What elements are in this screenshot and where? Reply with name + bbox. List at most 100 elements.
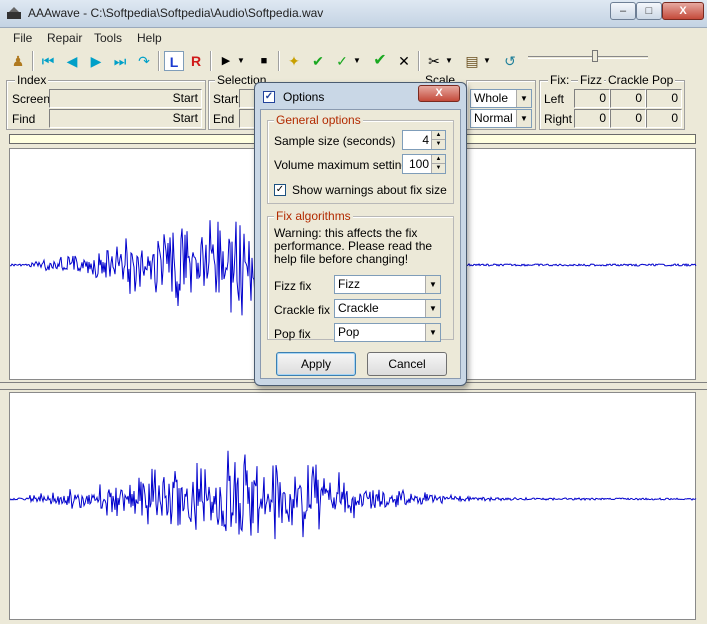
chevron-down-icon[interactable]: ▼: [516, 110, 531, 127]
toolbar-separator: [158, 51, 160, 71]
check-icon[interactable]: ✓: [332, 51, 352, 71]
select-fix-icon[interactable]: ✦: [284, 51, 304, 71]
menu-repair[interactable]: Repair: [47, 31, 82, 45]
pop-fix-select[interactable]: Pop ▼: [334, 323, 441, 342]
fix-group: Fix: Fizz Crackle Pop Left 0 0 0 Right 0…: [539, 73, 685, 130]
sample-size-label: Sample size (seconds): [274, 134, 396, 148]
show-warnings-label: Show warnings about fix size: [292, 183, 447, 197]
volume-max-value: 100: [408, 157, 429, 171]
spin-down-icon[interactable]: ▼: [431, 164, 445, 173]
check-confirm-icon[interactable]: ✔: [370, 51, 390, 71]
right-channel-icon[interactable]: R: [186, 51, 206, 71]
volume-slider-track[interactable]: [528, 56, 648, 59]
scale-group: Scale Whole ▼ Normal ▼: [423, 73, 536, 130]
fix-all-icon[interactable]: ✔: [308, 51, 328, 71]
cut-dropdown-icon[interactable]: ▼: [444, 51, 454, 71]
volume-max-label: Volume maximum setting %: [274, 158, 423, 172]
fix-right-label: Right: [544, 112, 573, 126]
scale-range-value: Whole: [474, 91, 509, 105]
cancel-button[interactable]: Cancel: [367, 352, 447, 376]
loop-icon[interactable]: ↷: [134, 51, 154, 71]
chevron-down-icon[interactable]: ▼: [425, 324, 440, 341]
fizz-fix-select[interactable]: Fizz ▼: [334, 275, 441, 294]
checkbox-icon: ✓: [263, 91, 275, 103]
fix-col-fizz: Fizz: [578, 73, 604, 87]
index-group: Index Screen Start Find Start: [6, 73, 206, 130]
fix-right-pop: 0: [646, 109, 682, 128]
play-dropdown-icon[interactable]: ▼: [236, 51, 246, 71]
dialog-title-bar[interactable]: ✓ Options X: [255, 83, 466, 109]
left-channel-icon[interactable]: L: [164, 51, 184, 71]
undo-icon[interactable]: ↺: [500, 51, 520, 71]
menu-file[interactable]: File: [13, 31, 32, 45]
volume-slider-thumb[interactable]: [592, 50, 598, 62]
cancel-icon[interactable]: ✕: [394, 51, 414, 71]
show-warnings-checkbox[interactable]: ✓: [274, 184, 286, 196]
fix-right-crackle: 0: [610, 109, 646, 128]
skip-start-icon[interactable]: ⏮: [38, 51, 58, 71]
find-field[interactable]: Start: [49, 109, 202, 128]
window-title: AAAwave - C:\Softpedia\Softpedia\Audio\S…: [28, 6, 324, 20]
apply-button[interactable]: Apply: [276, 352, 356, 376]
forward-icon[interactable]: ▶: [86, 51, 106, 71]
fix-algorithms-title: Fix algorithms: [274, 209, 353, 223]
menu-tools[interactable]: Tools: [94, 31, 122, 45]
crackle-fix-select[interactable]: Crackle ▼: [334, 299, 441, 318]
scale-mode-select[interactable]: Normal ▼: [470, 109, 532, 128]
crackle-fix-value: Crackle: [338, 301, 379, 315]
spin-up-icon[interactable]: ▲: [431, 131, 445, 140]
toolbar: ♟ ⏮ ◀ ▶ ⏭ ↷ L R ▶ ▼ ■ ✦ ✔ ✓ ▼ ✔ ✕ ✂ ▼ ▤ …: [0, 48, 707, 74]
pop-fix-label: Pop fix: [274, 327, 311, 341]
person-icon[interactable]: ♟: [8, 51, 28, 71]
waveform-right-svg: [10, 450, 697, 540]
fizz-fix-value: Fizz: [338, 277, 360, 291]
scale-range-select[interactable]: Whole ▼: [470, 89, 532, 108]
find-label: Find: [12, 112, 36, 126]
chevron-down-icon[interactable]: ▼: [425, 300, 440, 317]
title-bar: AAAwave - C:\Softpedia\Softpedia\Audio\S…: [0, 0, 707, 28]
toolbar-separator: [278, 51, 280, 71]
cut-icon[interactable]: ✂: [424, 51, 444, 71]
fix-group-title: Fix:: [548, 73, 572, 87]
skip-end-icon[interactable]: ⏭: [110, 51, 130, 71]
fix-left-label: Left: [544, 92, 565, 106]
volume-max-stepper[interactable]: 100 ▲ ▼: [402, 154, 446, 174]
dialog-close-button[interactable]: X: [418, 85, 460, 102]
menu-help[interactable]: Help: [137, 31, 162, 45]
crackle-fix-label: Crackle fix: [274, 303, 331, 317]
toolbar-separator: [32, 51, 34, 71]
scale-mode-value: Normal: [474, 111, 513, 125]
maximize-button[interactable]: □: [636, 2, 662, 20]
fix-left-crackle: 0: [610, 89, 646, 108]
spin-up-icon[interactable]: ▲: [431, 155, 445, 164]
selection-group: Selection Start End: [208, 73, 269, 130]
check-dropdown-icon[interactable]: ▼: [352, 51, 362, 71]
chevron-down-icon[interactable]: ▼: [425, 276, 440, 293]
paste-dropdown-icon[interactable]: ▼: [482, 51, 492, 71]
fix-algorithms-group: Fix algorithms Warning: this affects the…: [267, 209, 454, 342]
sample-size-stepper[interactable]: 4 ▲ ▼: [402, 130, 446, 150]
stop-icon[interactable]: ■: [254, 51, 274, 71]
dialog-body: General options Sample size (seconds) 4 …: [260, 109, 461, 379]
spin-down-icon[interactable]: ▼: [431, 140, 445, 149]
play-icon[interactable]: ▶: [216, 51, 236, 71]
fix-left-pop: 0: [646, 89, 682, 108]
waveform-right-channel[interactable]: [9, 392, 697, 620]
dialog-title: Options: [283, 90, 325, 104]
fix-left-fizz: 0: [574, 89, 610, 108]
menu-bar: File Repair Tools Help: [0, 29, 707, 47]
toolbar-separator: [418, 51, 420, 71]
fizz-fix-label: Fizz fix: [274, 279, 312, 293]
general-options-group: General options Sample size (seconds) 4 …: [267, 113, 454, 204]
screen-label: Screen: [12, 92, 51, 106]
start-label: Start: [213, 92, 239, 106]
fix-right-fizz: 0: [574, 109, 610, 128]
minimize-button[interactable]: –: [610, 2, 636, 20]
screen-field[interactable]: Start: [49, 89, 202, 108]
rewind-icon[interactable]: ◀: [62, 51, 82, 71]
close-button[interactable]: X: [662, 2, 704, 20]
chevron-down-icon[interactable]: ▼: [516, 90, 531, 107]
paste-icon[interactable]: ▤: [462, 51, 482, 71]
app-logo-icon: [7, 7, 21, 19]
sample-size-value: 4: [422, 133, 429, 147]
